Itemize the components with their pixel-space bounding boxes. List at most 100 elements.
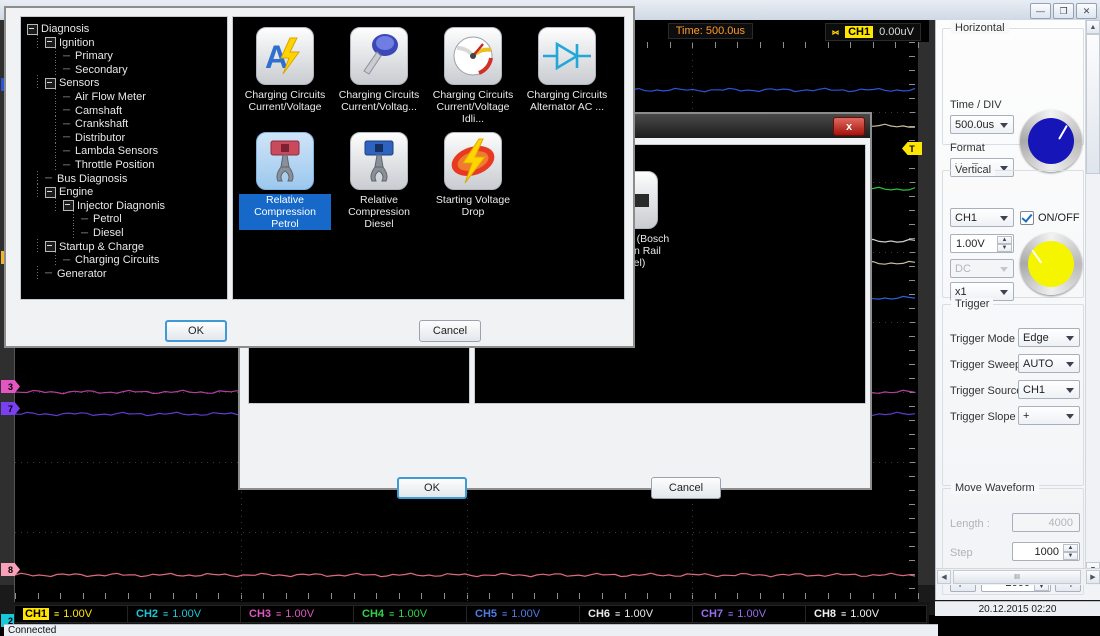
- icon-item[interactable]: A Charging Circuits Current/Voltage: [239, 27, 331, 113]
- back-dialog-ok-button[interactable]: OK: [397, 477, 467, 499]
- coupling-select[interactable]: DC: [950, 259, 1014, 278]
- trigger-position-marker[interactable]: T: [902, 142, 922, 155]
- channel-name: CH1: [23, 608, 50, 620]
- channel-indicator-ch8[interactable]: CH8 ≡ 1.00V: [805, 605, 927, 623]
- channel-scale: 1.00V: [172, 608, 202, 620]
- back-dialog-close-button[interactable]: x: [833, 117, 865, 136]
- trigger-channel-tag: CH1: [845, 26, 874, 38]
- channel-name: CH2: [136, 608, 159, 620]
- tree-node[interactable]: Sensors: [45, 77, 99, 89]
- channel-indicator-ch5[interactable]: CH5 ≡ 1.00V: [466, 605, 588, 623]
- horizontal-knob[interactable]: [1020, 110, 1082, 172]
- vertical-channel-select[interactable]: CH1: [950, 208, 1014, 227]
- front-dialog-tree[interactable]: Diagnosis Ignition ─ Primary ─ Secondary S…: [20, 16, 228, 300]
- vertical-knob[interactable]: [1020, 233, 1082, 295]
- tree-node[interactable]: Diagnosis: [27, 23, 89, 35]
- tree-guide-line: [73, 211, 74, 225]
- volts-div-stepper[interactable]: 1.00V ▲ ▼: [950, 234, 1014, 253]
- scroll-thumb-h[interactable]: III: [953, 570, 1081, 584]
- front-dialog-cancel-button[interactable]: Cancel: [419, 320, 481, 342]
- tree-node-label: Air Flow Meter: [75, 91, 146, 103]
- scroll-up-arrow[interactable]: ▲: [1086, 20, 1100, 34]
- channel-scale: 1.00V: [850, 608, 880, 620]
- tree-node[interactable]: Engine: [45, 186, 93, 198]
- channel-indicator-ch2[interactable]: CH2 ≡ 1.00V: [127, 605, 249, 623]
- horizontal-knob-face: [1028, 118, 1074, 164]
- icon-item[interactable]: Charging Circuits Alternator AC ...: [521, 27, 613, 113]
- chevron-down-icon: [1066, 362, 1074, 367]
- trigger-sweep-select[interactable]: AUTO: [1018, 354, 1080, 373]
- panel-vertical-scrollbar[interactable]: ▲ ▼: [1085, 20, 1100, 576]
- front-dialog-icon-panel[interactable]: A Charging Circuits Current/Voltage Char…: [232, 16, 625, 300]
- tree-node[interactable]: Ignition: [45, 37, 94, 49]
- tree-node[interactable]: ─ Diesel: [81, 227, 124, 239]
- tree-node-label: Distributor: [75, 131, 126, 144]
- expand-collapse-icon[interactable]: [45, 241, 56, 253]
- step-stepper[interactable]: 1000 ▲ ▼: [1012, 542, 1080, 561]
- tree-node[interactable]: Startup & Charge: [45, 241, 144, 253]
- expand-collapse-icon[interactable]: [45, 37, 56, 49]
- scroll-thumb[interactable]: [1086, 34, 1100, 174]
- tree-node[interactable]: ─ Crankshaft: [63, 118, 128, 130]
- icon-item[interactable]: Charging Circuits Current/Voltag...: [333, 27, 425, 113]
- tree-node[interactable]: ─ Throttle Position: [63, 159, 154, 171]
- time-div-select[interactable]: 500.0us: [950, 115, 1014, 134]
- tree-node[interactable]: ─ Camshaft: [63, 105, 122, 117]
- tree-guide-line: [55, 48, 56, 62]
- channel-name: CH4: [362, 608, 385, 620]
- icon-item[interactable]: Relative Compression Petrol: [239, 132, 331, 230]
- trigger-mode-select[interactable]: Edge: [1018, 328, 1080, 347]
- tree-node[interactable]: ─ Petrol: [81, 213, 122, 225]
- coupling-icon: ≡: [163, 609, 168, 619]
- icon-item[interactable]: Relative Compression Diesel: [333, 132, 425, 230]
- minimize-button[interactable]: —: [1030, 3, 1051, 19]
- icon-item[interactable]: Starting Voltage Drop: [427, 132, 519, 218]
- tree-node[interactable]: ─ Distributor: [63, 132, 125, 144]
- channel-indicator-ch1[interactable]: CH1 ≡ 1.00V: [14, 605, 136, 623]
- tree-node[interactable]: ─ Primary: [63, 50, 113, 62]
- channel-name: CH3: [249, 608, 272, 620]
- channel-indicator-ch3[interactable]: CH3 ≡ 1.00V: [240, 605, 362, 623]
- stepper-buttons[interactable]: ▲▼: [1063, 544, 1078, 560]
- trigger-slope-label: Trigger Slope: [950, 411, 1016, 423]
- tree-node[interactable]: ─ Air Flow Meter: [63, 91, 146, 103]
- channel-indicator-ch6[interactable]: CH6 ≡ 1.00V: [579, 605, 701, 623]
- piston-blue-icon: [350, 132, 408, 190]
- tree-node[interactable]: ─ Lambda Sensors: [63, 145, 158, 157]
- coupling-icon: ≡: [276, 609, 281, 619]
- tree-node-label: Lambda Sensors: [75, 145, 159, 158]
- maximize-button[interactable]: ❐: [1053, 3, 1074, 19]
- expand-collapse-icon[interactable]: [27, 23, 38, 35]
- tree-node[interactable]: ─ Secondary: [63, 64, 128, 76]
- tree-guide-line: [73, 225, 74, 239]
- tree-node[interactable]: ─ Generator: [45, 268, 107, 280]
- icon-item[interactable]: Charging Circuits Current/Voltage Idli..…: [427, 27, 519, 125]
- front-dialog-ok-button[interactable]: OK: [165, 320, 227, 342]
- trigger-slope-icon: ⑅: [831, 25, 840, 39]
- trigger-sweep-value: AUTO: [1023, 357, 1054, 370]
- scroll-left-arrow[interactable]: ◀: [937, 570, 951, 584]
- expand-collapse-icon[interactable]: [45, 186, 56, 198]
- chevron-down-icon: [1000, 216, 1008, 221]
- tree-node[interactable]: Injector Diagnonis: [63, 200, 165, 212]
- tree-node-label: Generator: [57, 267, 107, 280]
- front-dialog[interactable]: Diagnosis Ignition ─ Primary ─ Secondary S…: [4, 6, 635, 348]
- panel-horizontal-scrollbar[interactable]: ◀ III ▶: [936, 568, 1100, 585]
- back-dialog-cancel-button[interactable]: Cancel: [651, 477, 721, 499]
- control-panel: Horizontal Time / DIV 500.0us Format Y -…: [935, 20, 1100, 600]
- trigger-source-select[interactable]: CH1: [1018, 380, 1080, 399]
- channel-indicator-ch4[interactable]: CH4 ≡ 1.00V: [353, 605, 475, 623]
- expand-collapse-icon[interactable]: [45, 77, 56, 89]
- stepper-buttons[interactable]: ▲▼: [997, 236, 1012, 252]
- expand-collapse-icon[interactable]: [63, 200, 74, 212]
- tree-node[interactable]: ─ Charging Circuits: [63, 254, 159, 266]
- trigger-slope-select[interactable]: +: [1018, 406, 1080, 425]
- tree-guide-line: [55, 143, 56, 157]
- time-div-value: 500.0us: [955, 118, 995, 131]
- scroll-right-arrow[interactable]: ▶: [1086, 570, 1100, 584]
- tree-node[interactable]: ─ Bus Diagnosis: [45, 173, 127, 185]
- channel-indicator-ch7[interactable]: CH7 ≡ 1.00V: [692, 605, 814, 623]
- channel-scale: 1.00V: [737, 608, 767, 620]
- channel-onoff-checkbox[interactable]: ON/OFF: [1020, 211, 1080, 225]
- close-button[interactable]: ✕: [1076, 3, 1097, 19]
